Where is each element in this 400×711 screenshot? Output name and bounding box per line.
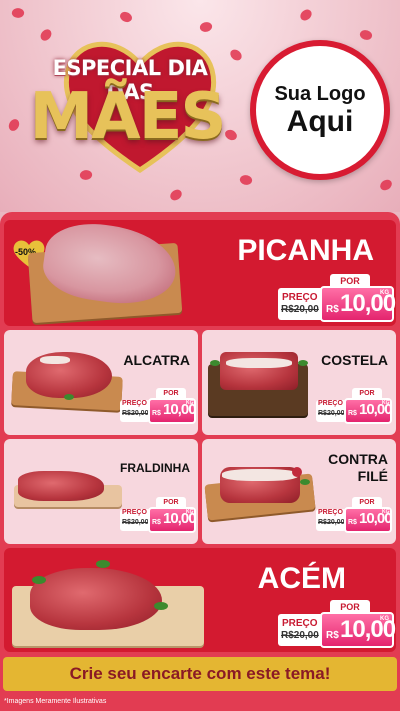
price-tag: PREÇO R$20,00 POR R$ 10,00 KG <box>316 497 393 533</box>
product-name: ACÉM <box>257 562 346 595</box>
petal-decoration <box>38 27 54 43</box>
price-tag: PREÇO R$20,00 POR R$ 10,00 KG <box>120 497 197 533</box>
herb-decoration <box>32 576 46 584</box>
old-price: R$20,00 <box>281 630 319 641</box>
currency: R$ <box>326 630 339 641</box>
unit-label: KG <box>380 290 389 296</box>
old-price: R$20,00 <box>318 410 345 417</box>
unit-label: KG <box>382 400 390 406</box>
header-banner: ESPECIAL DIA DAS MÃES Sua Logo Aqui <box>0 0 400 212</box>
price-tag: PREÇO R$20,00 POR R$ 10,00 KG <box>120 388 197 424</box>
logo-placeholder[interactable]: Sua Logo Aqui <box>250 40 390 180</box>
product-name-line1: CONTRA <box>328 451 388 467</box>
tomato-decoration <box>292 467 302 477</box>
product-card-alcatra[interactable]: ALCATRA PREÇO R$20,00 POR R$ 10,00 KG <box>4 330 198 435</box>
logo-text-line1: Sua Logo <box>274 82 366 105</box>
product-card-fraldinha[interactable]: FRALDINHA PREÇO R$20,00 POR R$ 10,00 KG <box>4 439 198 544</box>
price-label: PREÇO <box>318 509 343 516</box>
old-price: R$20,00 <box>122 519 149 526</box>
unit-label: KG <box>186 509 194 515</box>
price-label: PREÇO <box>282 618 318 629</box>
product-name: FRALDINHA <box>120 461 190 475</box>
price-label: PREÇO <box>122 400 147 407</box>
price-tag: PREÇO R$20,00 POR R$ 10,00 KG <box>316 388 393 424</box>
product-name-line2: FILÉ <box>357 468 388 484</box>
product-name: PICANHA <box>237 234 374 267</box>
meat-image <box>18 471 104 501</box>
herb-decoration <box>64 394 74 400</box>
unit-label: KG <box>186 400 194 406</box>
product-card-acem[interactable]: ACÉM PREÇO R$20,00 POR R$ 10,00 KG <box>4 548 396 652</box>
currency: R$ <box>152 519 161 526</box>
logo-text-line2: Aqui <box>286 104 354 138</box>
product-name: ALCATRA <box>123 352 190 368</box>
meat-image <box>30 568 162 630</box>
unit-label: KG <box>382 509 390 515</box>
petal-decoration <box>238 172 254 188</box>
price-label: PREÇO <box>122 509 147 516</box>
price-tag: PREÇO R$20,00 POR R$ 10,00 KG <box>278 600 396 648</box>
currency: R$ <box>348 410 357 417</box>
old-price: R$20,00 <box>122 410 149 417</box>
petal-decoration <box>10 6 26 20</box>
product-name: COSTELA <box>321 352 388 368</box>
title-maes: MÃES <box>29 80 226 154</box>
currency: R$ <box>152 410 161 417</box>
price-label: PREÇO <box>318 400 343 407</box>
petal-decoration <box>228 47 244 63</box>
petal-decoration <box>118 9 134 25</box>
currency: R$ <box>348 519 357 526</box>
herb-decoration <box>210 360 220 366</box>
price-tag: PREÇO R$20,00 POR R$ 10,00 KG <box>278 274 396 322</box>
price-label: PREÇO <box>282 292 318 303</box>
petal-decoration <box>358 27 374 43</box>
herb-decoration <box>154 602 168 610</box>
petal-decoration <box>168 188 184 202</box>
product-card-costela[interactable]: COSTELA PREÇO R$20,00 POR R$ 10,00 KG <box>202 330 396 435</box>
old-price: R$20,00 <box>318 519 345 526</box>
herb-decoration <box>96 560 110 568</box>
herb-decoration <box>298 360 308 366</box>
old-price: R$20,00 <box>281 304 319 315</box>
product-name: CONTRA FILÉ <box>328 451 388 485</box>
product-card-contra-file[interactable]: CONTRA FILÉ PREÇO R$20,00 POR R$ 10,00 K… <box>202 439 396 544</box>
unit-label: KG <box>380 616 389 622</box>
herb-decoration <box>300 479 310 485</box>
footnote: *Imagens Meramente Ilustrativas <box>4 698 107 705</box>
currency: R$ <box>326 304 339 315</box>
petal-decoration <box>298 8 314 22</box>
product-card-picanha[interactable]: -50% PICANHA PREÇO R$20,00 POR R$ 10,00 … <box>4 220 396 326</box>
cta-banner[interactable]: Crie seu encarte com este tema! <box>3 657 397 691</box>
petal-decoration <box>379 179 393 191</box>
